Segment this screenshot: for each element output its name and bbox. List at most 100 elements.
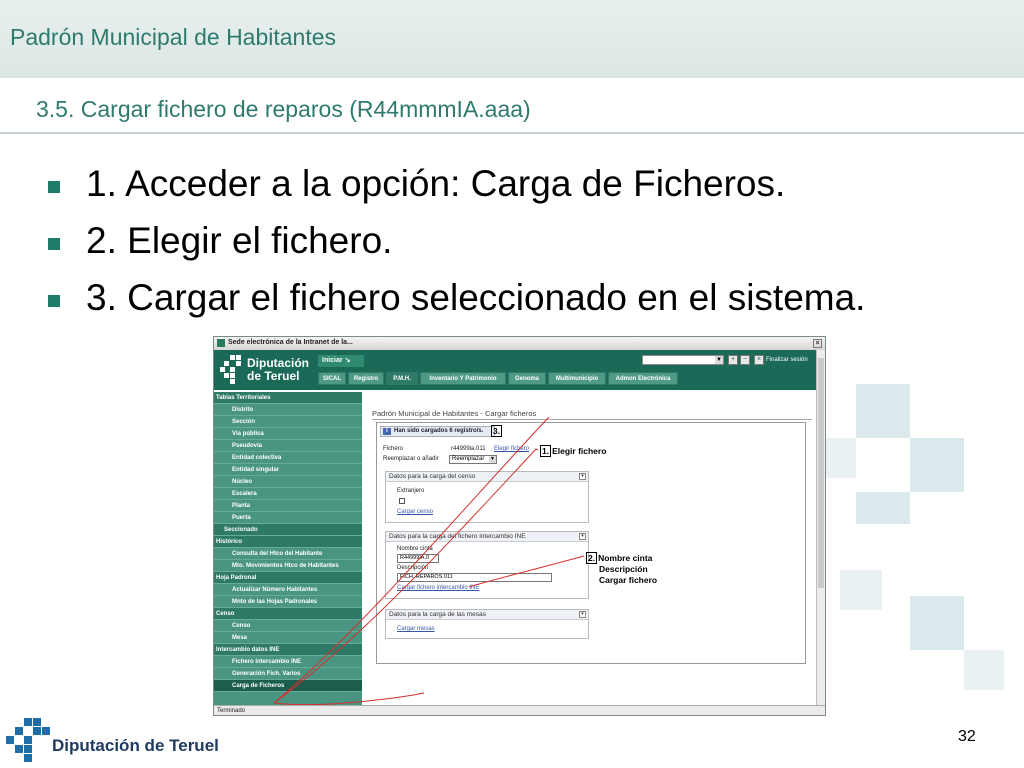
- reemplazar-label: Reemplazar o añadir: [383, 456, 439, 462]
- sidebar-item[interactable]: Puerta: [214, 512, 362, 524]
- sidebar-item[interactable]: Mnto de las Hojas Padronales: [214, 596, 362, 608]
- slide-subtitle: 3.5. Cargar fichero de reparos (R44mmmIA…: [36, 96, 531, 122]
- app-search-select[interactable]: ▼: [642, 355, 724, 365]
- decor-square: [910, 596, 964, 650]
- window-titlebar: Sede electrónica de la Intranet de la...…: [214, 337, 825, 350]
- sidebar-item[interactable]: Actualizar Número Habitantes: [214, 584, 362, 596]
- nombre-cinta-input[interactable]: R44999IA.0: [397, 554, 439, 563]
- cargar-censo-link[interactable]: Cargar censo: [397, 509, 433, 515]
- sidebar-item[interactable]: Escalera: [214, 488, 362, 500]
- callout-2-line-1: Nombre cinta: [598, 553, 653, 563]
- iniciar-label: Iniciar: [322, 357, 343, 364]
- callout-1-number: 1.: [540, 445, 552, 457]
- vertical-scrollbar[interactable]: [816, 350, 825, 705]
- menu-tab-pmh[interactable]: P.M.H.: [386, 372, 418, 385]
- menu-tab-registro[interactable]: Registro: [348, 372, 384, 385]
- section-censo-header: Datos para la carga del censo ▾: [386, 472, 588, 482]
- cargar-ine-link[interactable]: Cargar fichero intercambio INE: [397, 585, 479, 591]
- bullet-text: 1. Acceder a la opción: Carga de Fichero…: [86, 163, 786, 204]
- bullet-square-icon: [48, 238, 60, 250]
- decor-square: [856, 492, 910, 524]
- sidebar-item[interactable]: Pseudovía: [214, 440, 362, 452]
- menu-tab-inventario[interactable]: Inventario Y Patrimonio: [420, 372, 506, 385]
- menu-tab-genoma[interactable]: Genoma: [508, 372, 546, 385]
- info-icon: i: [383, 428, 391, 435]
- sidebar-item[interactable]: Censo: [214, 620, 362, 632]
- close-session-icon[interactable]: ×: [754, 355, 764, 365]
- notice-text: Han sido cargados 6 registro/s.: [394, 428, 484, 434]
- app-icon: [217, 339, 225, 347]
- sidebar-item[interactable]: Generación Fich. Varios: [214, 668, 362, 680]
- sidebar-item[interactable]: Carga de Ficheros: [214, 680, 362, 692]
- fichero-value: r44999ia.011: [451, 446, 486, 452]
- iniciar-button[interactable]: Iniciar ↘: [318, 355, 364, 367]
- callout-1-text: Elegir fichero: [552, 446, 607, 456]
- collapse-icon[interactable]: ▾: [579, 473, 586, 480]
- reemplazar-value: Reemplazar: [452, 456, 485, 462]
- sidebar-item[interactable]: Hoja Padronal: [214, 572, 362, 584]
- bullet-square-icon: [48, 295, 60, 307]
- minus-icon[interactable]: −: [740, 355, 750, 365]
- sidebar-item[interactable]: Mto. Movimientos Htco de Habitantes: [214, 560, 362, 572]
- sidebar-item[interactable]: Censo: [214, 608, 362, 620]
- sidebar-item[interactable]: Tablas Territoriales: [214, 392, 362, 404]
- logout-link[interactable]: Finalizar sesión: [766, 357, 808, 363]
- plus-icon[interactable]: +: [728, 355, 738, 365]
- callout-3-number: 3.: [491, 425, 503, 437]
- decor-square: [840, 570, 882, 610]
- section-mesas-title: Datos para la carga de las mesas: [389, 611, 486, 618]
- callout-2-line-3: Cargar fichero: [599, 575, 658, 585]
- callout-2-line-2: Descripción: [599, 564, 648, 574]
- status-bar: Terminado: [214, 705, 825, 715]
- logo-line-1: Diputación: [247, 356, 309, 370]
- section-censo: Datos para la carga del censo ▾ Extranje…: [385, 471, 589, 523]
- sidebar-item[interactable]: Intercambio datos INE: [214, 644, 362, 656]
- descripcion-input[interactable]: FICH. REPAROS 011: [397, 573, 552, 582]
- subtitle-divider: [0, 132, 1024, 134]
- sidebar-item[interactable]: Mesa: [214, 632, 362, 644]
- menu-tab-multimunicipio[interactable]: Multimunicipio: [548, 372, 606, 385]
- scrollbar-thumb[interactable]: [818, 358, 824, 588]
- section-ine-header: Datos para la carga del fichero intercam…: [386, 532, 588, 542]
- window-title: Sede electrónica de la Intranet de la...: [228, 339, 353, 346]
- reemplazar-select[interactable]: Reemplazar ▼: [449, 455, 497, 464]
- sidebar-item[interactable]: Núcleo: [214, 476, 362, 488]
- page-number: 32: [958, 728, 976, 745]
- sidebar-item[interactable]: Entidad colectiva: [214, 452, 362, 464]
- callout-3: 3.: [491, 425, 503, 437]
- decor-square: [826, 438, 856, 478]
- menu-tab-sical[interactable]: SICAL: [318, 372, 346, 385]
- status-text: Terminado: [217, 708, 246, 714]
- diputacion-logo-icon: [220, 355, 241, 384]
- sidebar-item[interactable]: Distrito: [214, 404, 362, 416]
- header-title: Padrón Municipal de Habitantes: [10, 24, 337, 50]
- sidebar-item[interactable]: Planta: [214, 500, 362, 512]
- chevron-down-icon: ▼: [715, 356, 723, 364]
- sidebar-item[interactable]: Vía pública: [214, 428, 362, 440]
- collapse-icon[interactable]: ▾: [579, 611, 586, 618]
- sidebar-item[interactable]: Seccionado: [214, 524, 362, 536]
- close-icon[interactable]: ×: [813, 339, 822, 348]
- elegir-fichero-link[interactable]: Elegir fichero: [494, 446, 529, 452]
- sidebar: Tablas Territoriales Distrito Sección Vía p…: [214, 392, 362, 705]
- sidebar-item[interactable]: Histórico: [214, 536, 362, 548]
- section-mesas: Datos para la carga de las mesas ▾ Carga…: [385, 609, 589, 639]
- bullet-text: 3. Cargar el fichero seleccionado en el …: [86, 277, 866, 318]
- descripcion-label: Descripción: [397, 565, 429, 571]
- sidebar-item[interactable]: Fichero intercambio INE: [214, 656, 362, 668]
- callout-2: 2. Nombre cinta: [586, 552, 652, 564]
- sidebar-item[interactable]: Sección: [214, 416, 362, 428]
- app-header: Diputación de Teruel Iniciar ↘ ▼ + − × F…: [214, 350, 825, 390]
- decor-square: [856, 384, 910, 438]
- cargar-mesas-link[interactable]: Cargar mesas: [397, 626, 435, 632]
- callout-1: 1. Elegir fichero: [540, 445, 606, 457]
- sidebar-item[interactable]: Consulta del Htco del Habitante: [214, 548, 362, 560]
- extranjero-checkbox[interactable]: [399, 498, 405, 504]
- extranjero-label: Extranjero: [397, 488, 425, 494]
- sidebar-item[interactable]: Entidad singular: [214, 464, 362, 476]
- collapse-icon[interactable]: ▾: [579, 533, 586, 540]
- menu-tab-admon[interactable]: Admon Electrónica: [608, 372, 678, 385]
- main-content: Padrón Municipal de Habitantes - Cargar …: [364, 392, 816, 705]
- section-mesas-header: Datos para la carga de las mesas ▾: [386, 610, 588, 620]
- callout-2-number: 2.: [586, 552, 598, 564]
